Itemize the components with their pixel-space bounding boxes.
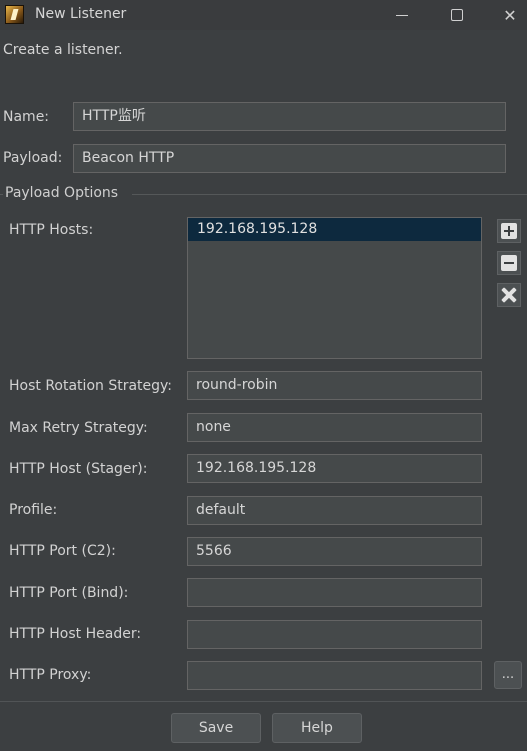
minimize-icon xyxy=(396,14,408,16)
http-host-header-label: HTTP Host Header: xyxy=(9,626,142,642)
payload-options-title: Payload Options xyxy=(5,185,119,201)
payload-select[interactable]: Beacon HTTP xyxy=(73,144,506,173)
maximize-icon xyxy=(451,9,463,21)
list-item[interactable]: 192.168.195.128 xyxy=(188,218,481,241)
profile-select[interactable]: default xyxy=(187,496,482,525)
http-hosts-list[interactable]: 192.168.195.128 xyxy=(187,217,482,359)
title-bar: New Listener ✕ xyxy=(0,0,527,30)
http-port-bind-label: HTTP Port (Bind): xyxy=(9,585,129,601)
remove-icon xyxy=(501,255,517,271)
close-icon: ✕ xyxy=(503,5,517,25)
payload-label: Payload: xyxy=(3,150,63,166)
http-hosts-label: HTTP Hosts: xyxy=(9,222,94,238)
add-icon xyxy=(501,223,517,239)
max-retry-select[interactable]: none xyxy=(187,413,482,442)
clear-hosts-button[interactable] xyxy=(497,283,521,307)
minimize-button[interactable] xyxy=(378,0,426,30)
http-host-stager-input[interactable]: 192.168.195.128 xyxy=(187,454,482,483)
proxy-browse-button[interactable]: ... xyxy=(494,661,522,689)
help-button[interactable]: Help xyxy=(272,713,362,743)
http-port-bind-input[interactable] xyxy=(187,578,482,607)
clear-icon xyxy=(500,286,518,304)
host-rotation-label: Host Rotation Strategy: xyxy=(9,378,173,394)
intro-text: Create a listener. xyxy=(3,42,123,58)
name-input[interactable]: HTTP监听 xyxy=(73,102,506,131)
host-rotation-select[interactable]: round-robin xyxy=(187,371,482,400)
section-divider xyxy=(132,194,527,195)
http-proxy-label: HTTP Proxy: xyxy=(9,667,92,683)
http-port-c2-label: HTTP Port (C2): xyxy=(9,543,116,559)
footer-divider xyxy=(0,701,527,702)
app-icon xyxy=(5,5,24,24)
section-divider xyxy=(0,194,3,195)
window-title: New Listener xyxy=(35,6,127,22)
http-port-c2-input[interactable]: 5566 xyxy=(187,537,482,566)
close-button[interactable]: ✕ xyxy=(486,0,527,30)
maximize-button[interactable] xyxy=(433,0,481,30)
http-host-stager-label: HTTP Host (Stager): xyxy=(9,461,148,477)
http-host-header-input[interactable] xyxy=(187,620,482,649)
save-button[interactable]: Save xyxy=(171,713,261,743)
profile-label: Profile: xyxy=(9,502,58,518)
name-label: Name: xyxy=(3,109,50,125)
max-retry-label: Max Retry Strategy: xyxy=(9,420,148,436)
add-host-button[interactable] xyxy=(497,219,521,243)
http-proxy-input[interactable] xyxy=(187,661,482,690)
remove-host-button[interactable] xyxy=(497,251,521,275)
